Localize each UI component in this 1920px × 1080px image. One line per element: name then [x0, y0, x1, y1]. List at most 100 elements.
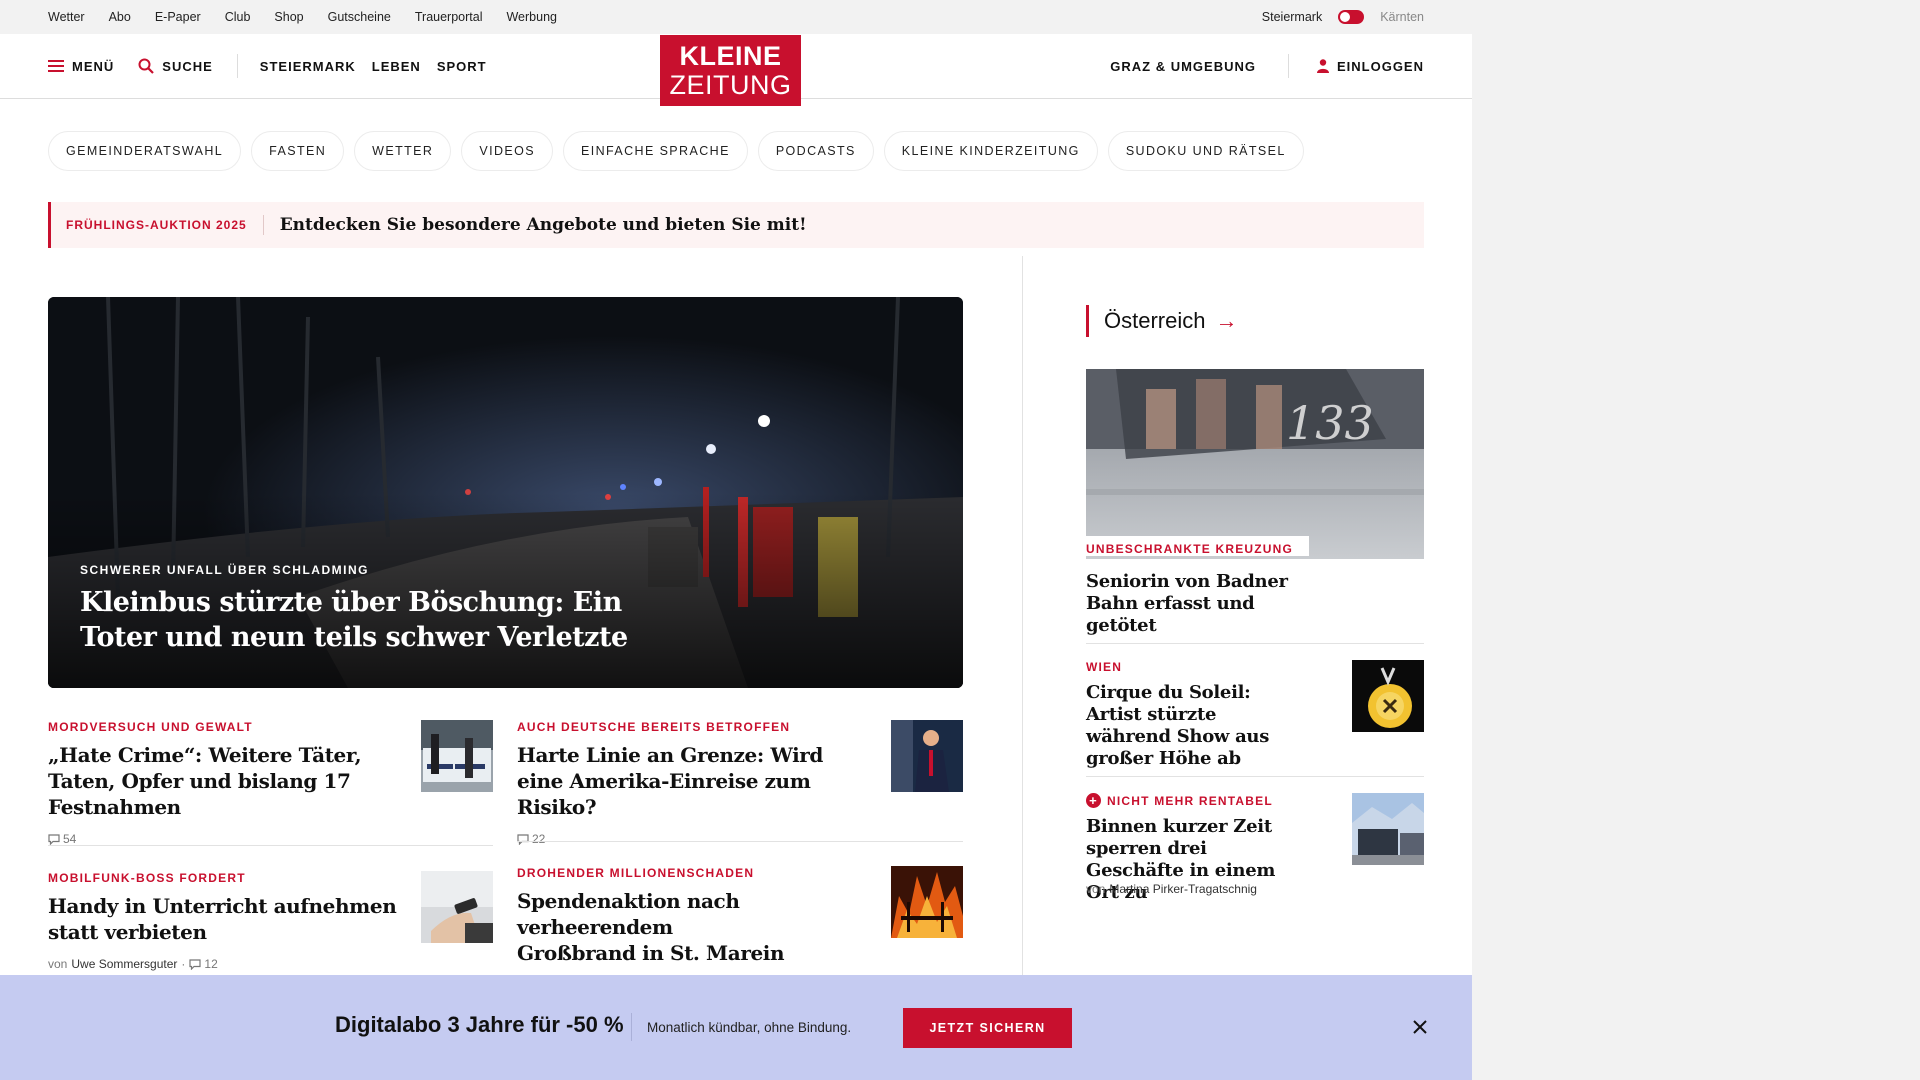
sidebar-teaser[interactable]: WIEN — [1086, 660, 1306, 674]
article-thumbnail[interactable] — [421, 871, 493, 943]
sidebar-divider — [1086, 776, 1424, 777]
pill-fasten[interactable]: FASTEN — [251, 131, 345, 171]
topic-pills: GEMEINDERATSWAHL FASTEN WETTER VIDEOS EI… — [48, 131, 1304, 171]
sidebar-thumbnail[interactable] — [1352, 793, 1424, 865]
logo-line-2: ZEITUNG — [669, 70, 792, 100]
menu-button[interactable]: MENÜ — [48, 59, 114, 74]
auction-text: Entdecken Sie besondere Angebote und bie… — [279, 215, 807, 235]
utility-link-werbung[interactable]: Werbung — [506, 10, 557, 24]
promo-subline: Monatlich kündbar, ohne Bindung. — [647, 1020, 852, 1035]
sidebar-kicker-box: UNBESCHRANKTE KREUZUNG — [1086, 536, 1310, 556]
sidebar-teaser[interactable]: + NICHT MEHR RENTABEL — [1086, 793, 1306, 808]
auction-banner[interactable]: FRÜHLINGS-AUKTION 2025 Entdecken Sie bes… — [48, 202, 1424, 248]
search-button[interactable]: SUCHE — [138, 58, 213, 74]
article-teaser[interactable]: MOBILFUNK-BOSS FORDERT Handy in Unterric… — [48, 871, 398, 971]
article-title[interactable]: Spendenaktion nach verheerendem Großbran… — [517, 888, 797, 966]
svg-text:133: 133 — [1286, 396, 1374, 450]
nav-graz-umgebung[interactable]: GRAZ & UMGEBUNG — [1110, 59, 1256, 74]
section-title: Österreich — [1104, 308, 1206, 333]
sidebar-divider — [1086, 643, 1424, 644]
article-teaser[interactable]: MORDVERSUCH UND GEWALT „Hate Crime“: Wei… — [48, 720, 398, 846]
sidebar-article-title[interactable]: Seniorin von Badner Bahn erfasst und get… — [1086, 571, 1316, 637]
main-header: MENÜ SUCHE STEIERMARK LEBEN SPORT KLEINE… — [0, 34, 1472, 106]
utility-link-club[interactable]: Club — [225, 10, 251, 24]
teaser-divider — [48, 845, 493, 846]
header-nav-left: MENÜ SUCHE STEIERMARK LEBEN SPORT — [48, 34, 503, 98]
region-switch: Steiermark Kärnten — [1262, 0, 1424, 34]
nav-leben[interactable]: LEBEN — [372, 59, 421, 74]
column-divider — [1022, 256, 1023, 976]
pill-wetter[interactable]: WETTER — [354, 131, 452, 171]
search-label: SUCHE — [162, 58, 213, 74]
region-toggle[interactable] — [1338, 10, 1365, 24]
header-divider — [236, 54, 238, 78]
pill-sudoku[interactable]: SUDOKU UND RÄTSEL — [1107, 131, 1304, 171]
hero-article[interactable]: SCHWERER UNFALL ÜBER SCHLADMING Kleinbus… — [48, 297, 963, 688]
article-title[interactable]: „Hate Crime“: Weitere Täter, Taten, Opfe… — [48, 742, 398, 820]
pill-kleine-kinderzeitung[interactable]: KLEINE KINDERZEITUNG — [883, 131, 1098, 171]
utility-link-abo[interactable]: Abo — [109, 10, 131, 24]
article-kicker: MORDVERSUCH UND GEWALT — [48, 720, 253, 734]
pill-videos[interactable]: VIDEOS — [461, 131, 553, 171]
article-thumbnail[interactable] — [891, 866, 963, 938]
promo-headline: Digitalabo 3 Jahre für -50 % — [335, 1012, 624, 1037]
article-meta: 54 — [48, 832, 398, 846]
hero-kicker: SCHWERER UNFALL ÜBER SCHLADMING — [80, 563, 369, 577]
article-teaser[interactable]: AUCH DEUTSCHE BEREITS BETROFFEN Harte Li… — [517, 720, 867, 846]
sidebar-lead-image[interactable]: 133 — [1086, 369, 1424, 559]
author-prefix: von — [1086, 882, 1106, 896]
utility-link-gutscheine[interactable]: Gutscheine — [328, 10, 391, 24]
logo-line-1: KLEINE — [679, 41, 782, 71]
comment-count[interactable]: 22 — [532, 832, 545, 846]
fire-image — [891, 866, 963, 938]
region-steiermark[interactable]: Steiermark — [1262, 10, 1322, 24]
article-teaser[interactable]: DROHENDER MILLIONENSCHADEN Spendenaktion… — [517, 866, 797, 966]
sidebar-article-title[interactable]: Cirque du Soleil: Artist stürzte während… — [1086, 682, 1306, 770]
article-thumbnail[interactable] — [891, 720, 963, 792]
article-title[interactable]: Harte Linie an Grenze: Wird eine Amerika… — [517, 742, 867, 820]
close-icon[interactable] — [1408, 1015, 1432, 1039]
author-name[interactable]: Uwe Sommersguter — [71, 957, 177, 971]
empty-gutter — [1472, 0, 1920, 1080]
sidebar-thumbnail[interactable] — [1352, 660, 1424, 732]
author-name[interactable]: Martina Pirker-Tragatschnig — [1109, 882, 1257, 896]
utility-link-shop[interactable]: Shop — [274, 10, 303, 24]
article-kicker: AUCH DEUTSCHE BEREITS BETROFFEN — [517, 720, 791, 734]
comment-count[interactable]: 54 — [63, 832, 76, 846]
kleine-zeitung-logo[interactable]: KLEINE ZEITUNG — [660, 35, 801, 106]
subscription-promo-bar: Digitalabo 3 Jahre für -50 % Monatlich k… — [0, 975, 1472, 1080]
article-kicker: MOBILFUNK-BOSS FORDERT — [48, 871, 246, 885]
region-kaernten[interactable]: Kärnten — [1380, 10, 1424, 24]
comment-count[interactable]: 12 — [204, 957, 217, 971]
auction-tag: FRÜHLINGS-AUKTION 2025 — [51, 215, 264, 235]
comment-icon — [189, 958, 201, 970]
sidebar-meta: von Martina Pirker-Tragatschnig — [1086, 882, 1346, 896]
teaser-divider — [517, 841, 963, 842]
author-prefix: von — [48, 957, 68, 971]
utility-link-epaper[interactable]: E-Paper — [155, 10, 201, 24]
hero-title[interactable]: Kleinbus stürzte über Böschung: Ein Tote… — [80, 585, 640, 655]
hamburger-icon — [48, 60, 64, 72]
article-title[interactable]: Handy in Unterricht aufnehmen statt verb… — [48, 893, 398, 945]
nav-steiermark[interactable]: STEIERMARK — [260, 59, 356, 74]
header-nav-right: GRAZ & UMGEBUNG EINLOGGEN — [1110, 34, 1424, 98]
sidebar-kicker: UNBESCHRANKTE KREUZUNG — [1086, 542, 1294, 556]
login-button[interactable]: EINLOGGEN — [1316, 59, 1424, 74]
article-meta: von Uwe Sommersguter · 12 — [48, 957, 398, 971]
comment-icon — [517, 833, 529, 845]
utility-link-wetter[interactable]: Wetter — [48, 10, 85, 24]
section-oesterreich-link[interactable]: Österreich → — [1086, 305, 1237, 337]
utility-link-trauerportal[interactable]: Trauerportal — [415, 10, 483, 24]
article-meta: von Martina Pirker-Tragatschnig — [1086, 882, 1346, 896]
pill-einfache-sprache[interactable]: EINFACHE SPRACHE — [562, 131, 748, 171]
nav-sport[interactable]: SPORT — [437, 59, 487, 74]
smartphone-image — [421, 871, 493, 943]
pill-podcasts[interactable]: PODCASTS — [757, 131, 874, 171]
pill-gemeinderatswahl[interactable]: GEMEINDERATSWAHL — [48, 131, 242, 171]
meta-dot: · — [181, 957, 186, 971]
arrow-right-icon: → — [1215, 308, 1238, 333]
utility-bar: Wetter Abo E-Paper Club Shop Gutscheine … — [0, 0, 1472, 34]
promo-cta-button[interactable]: JETZT SICHERN — [903, 1008, 1072, 1048]
article-thumbnail[interactable] — [421, 720, 493, 792]
sidebar-kicker-text: NICHT MEHR RENTABEL — [1107, 793, 1273, 808]
